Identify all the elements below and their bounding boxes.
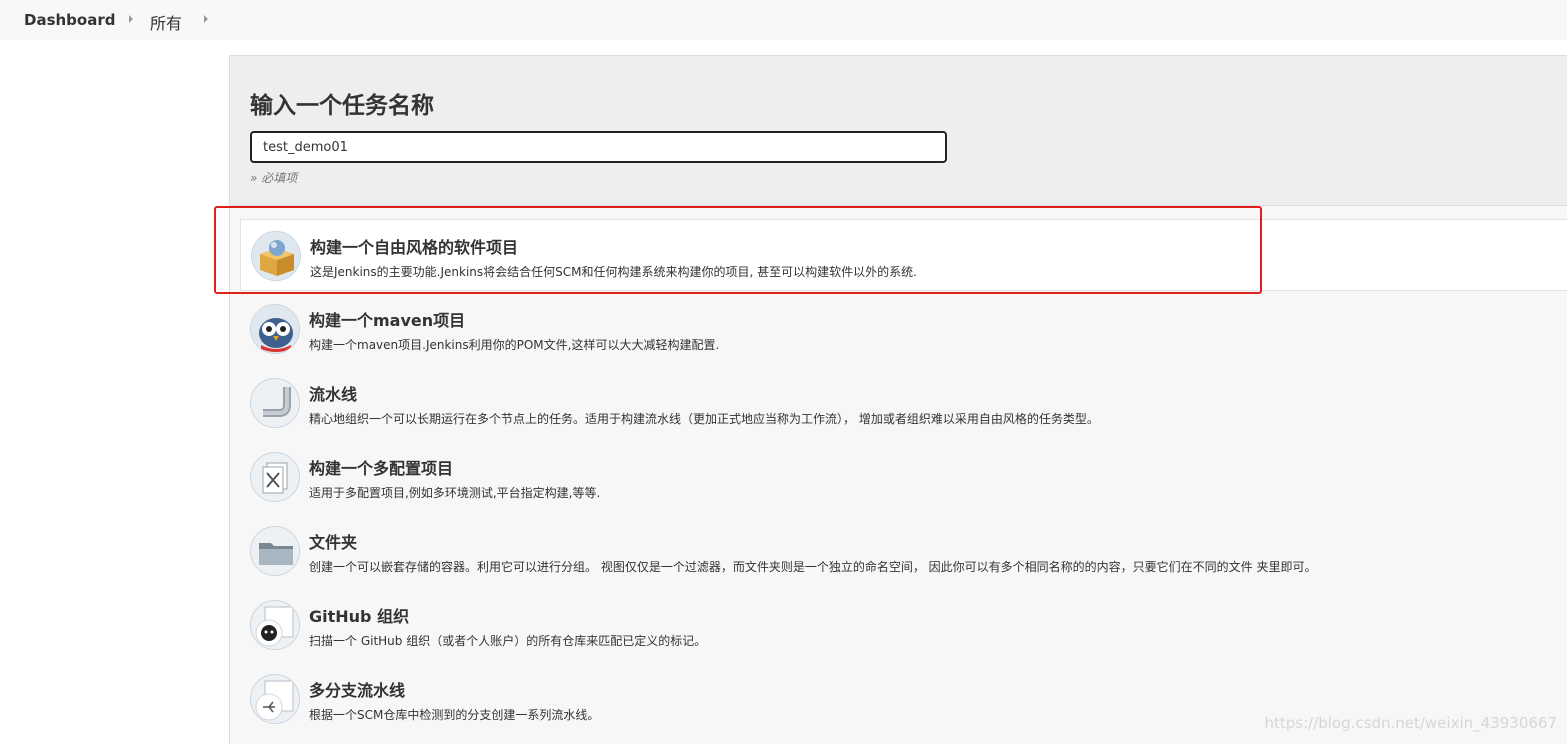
item-description: 创建一个可以嵌套存储的容器。利用它可以进行分组。 视图仅仅是一个过滤器，而文件夹…: [309, 560, 1317, 574]
item-label: 构建一个maven项目: [309, 311, 466, 330]
item-type-maven[interactable]: 构建一个maven项目 构建一个maven项目.Jenkins利用你的POM文件…: [240, 293, 1567, 365]
item-description: 适用于多配置项目,例如多环境测试,平台指定构建,等等.: [309, 486, 601, 500]
pipeline-pipe-icon: [250, 378, 300, 428]
item-label: 文件夹: [309, 533, 358, 552]
item-label: 构建一个多配置项目: [309, 459, 454, 478]
item-name-input[interactable]: [250, 131, 947, 163]
item-label: 多分支流水线: [309, 681, 406, 700]
item-type-multi-config[interactable]: 构建一个多配置项目 适用于多配置项目,例如多环境测试,平台指定构建,等等.: [240, 441, 1567, 513]
item-label: 构建一个自由风格的软件项目: [310, 238, 519, 257]
github-org-icon: [250, 600, 300, 650]
item-description: 这是Jenkins的主要功能.Jenkins将会结合任何SCM和任何构建系统来构…: [310, 265, 917, 279]
watermark: https://blog.csdn.net/weixin_43930667: [1264, 714, 1557, 732]
item-type-github-org[interactable]: GitHub 组织 扫描一个 GitHub 组织（或者个人账户）的所有仓库来匹配…: [240, 589, 1567, 661]
item-type-pipeline[interactable]: 流水线 精心地组织一个可以长期运行在多个节点上的任务。适用于构建流水线（更加正式…: [240, 367, 1567, 439]
page-title: 输入一个任务名称: [250, 93, 434, 119]
breadcrumb-separator-icon[interactable]: [129, 15, 133, 23]
item-type-folder[interactable]: 文件夹 创建一个可以嵌套存储的容器。利用它可以进行分组。 视图仅仅是一个过滤器，…: [240, 515, 1567, 587]
item-label: GitHub 组织: [309, 607, 410, 626]
item-description: 构建一个maven项目.Jenkins利用你的POM文件,这样可以大大减轻构建配…: [309, 338, 720, 352]
item-description: 精心地组织一个可以长期运行在多个节点上的任务。适用于构建流水线（更加正式地应当称…: [309, 412, 1099, 426]
freestyle-box-icon: [251, 231, 301, 281]
required-hint: » 必填项: [250, 171, 298, 185]
name-header-area: 输入一个任务名称 » 必填项: [230, 56, 1567, 206]
breadcrumb-all-link[interactable]: 所有: [150, 10, 182, 34]
maven-owl-icon: [250, 304, 300, 354]
item-description: 根据一个SCM仓库中检测到的分支创建一系列流水线。: [309, 708, 600, 722]
multibranch-icon: [250, 674, 300, 724]
new-item-panel: 输入一个任务名称 » 必填项 构建一个自由风格的软件项目 这是Jenkins的主…: [229, 55, 1567, 744]
item-label: 流水线: [309, 385, 358, 404]
breadcrumb-dashboard-link[interactable]: Dashboard: [24, 11, 115, 29]
item-description: 扫描一个 GitHub 组织（或者个人账户）的所有仓库来匹配已定义的标记。: [309, 634, 707, 648]
breadcrumb-separator-icon[interactable]: [204, 15, 208, 23]
multi-config-icon: [250, 452, 300, 502]
folder-icon: [250, 526, 300, 576]
breadcrumb: Dashboard 所有: [0, 0, 1567, 40]
item-type-freestyle[interactable]: 构建一个自由风格的软件项目 这是Jenkins的主要功能.Jenkins将会结合…: [240, 219, 1567, 291]
